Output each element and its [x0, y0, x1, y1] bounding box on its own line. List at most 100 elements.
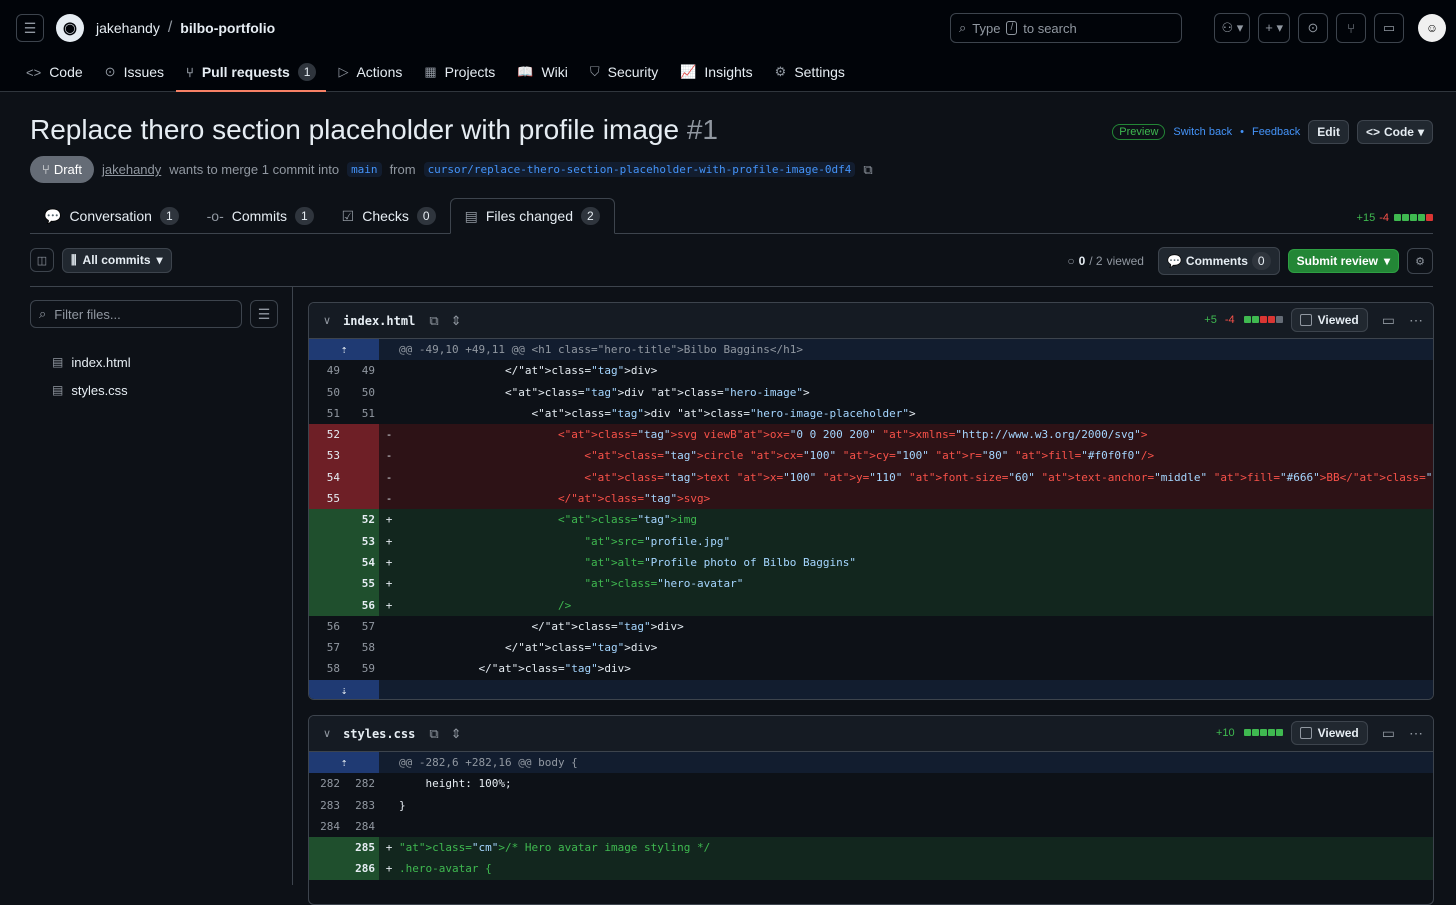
old-line-number[interactable]: 49 — [309, 360, 344, 381]
new-line-number[interactable] — [344, 467, 379, 488]
old-line-number[interactable] — [309, 573, 344, 594]
feedback-link[interactable]: Feedback — [1252, 126, 1300, 138]
new-line-number[interactable]: 284 — [344, 816, 379, 837]
owner-link[interactable]: jakehandy — [96, 20, 160, 36]
expand-all-icon[interactable]: ⇕ — [451, 313, 462, 329]
expand-up-icon[interactable]: ⇡ — [309, 339, 379, 360]
nav-tab-projects[interactable]: ▦Projects — [414, 56, 505, 88]
old-line-number[interactable]: 282 — [309, 773, 344, 794]
chevron-down-icon[interactable]: ∨ — [323, 314, 331, 327]
diff-line[interactable]: 52+ <"at">class="tag">img — [309, 509, 1433, 530]
diff-line[interactable]: 282282 height: 100%; — [309, 773, 1433, 794]
diff-line[interactable]: 55- </"at">class="tag">svg> — [309, 488, 1433, 509]
old-line-number[interactable]: 53 — [309, 445, 344, 466]
comments-button[interactable]: 💬Comments0 — [1158, 247, 1280, 275]
repo-link[interactable]: bilbo-portfolio — [180, 20, 275, 36]
nav-tab-security[interactable]: ⛉Security — [580, 56, 668, 88]
new-line-number[interactable]: 52 — [344, 509, 379, 530]
diff-line[interactable]: 286+.hero-avatar { — [309, 858, 1433, 879]
pull-requests-icon[interactable]: ⑂ — [1336, 13, 1366, 43]
new-line-number[interactable]: 55 — [344, 573, 379, 594]
new-line-number[interactable]: 58 — [344, 637, 379, 658]
diff-line[interactable]: 53+ "at">src="profile.jpg" — [309, 531, 1433, 552]
new-line-number[interactable]: 51 — [344, 403, 379, 424]
viewed-checkbox[interactable]: Viewed — [1291, 308, 1368, 332]
diff-line[interactable]: 53- <"at">class="tag">circle "at">cx="10… — [309, 445, 1433, 466]
diff-line[interactable]: 56+ /> — [309, 595, 1433, 616]
diff-line[interactable]: 54- <"at">class="tag">text "at">x="100" … — [309, 467, 1433, 488]
old-line-number[interactable]: 50 — [309, 382, 344, 403]
new-line-number[interactable]: 282 — [344, 773, 379, 794]
old-line-number[interactable]: 56 — [309, 616, 344, 637]
diff-line[interactable]: 5050 <"at">class="tag">div "at">class="h… — [309, 382, 1433, 403]
new-line-number[interactable]: 285 — [344, 837, 379, 858]
old-line-number[interactable]: 52 — [309, 424, 344, 445]
old-line-number[interactable] — [309, 531, 344, 552]
diff-line[interactable]: 54+ "at">alt="Profile photo of Bilbo Bag… — [309, 552, 1433, 573]
code-button[interactable]: <>Code▾ — [1357, 120, 1433, 144]
new-line-number[interactable]: 283 — [344, 795, 379, 816]
new-line-number[interactable]: 49 — [344, 360, 379, 381]
old-line-number[interactable]: 55 — [309, 488, 344, 509]
diff-line[interactable]: 283283 } — [309, 795, 1433, 816]
tab-files-changed[interactable]: ▤Files changed2 — [450, 198, 615, 234]
diff-line[interactable]: 285+"at">class="cm">/* Hero avatar image… — [309, 837, 1433, 858]
old-line-number[interactable] — [309, 858, 344, 879]
nav-tab-wiki[interactable]: 📖Wiki — [507, 56, 578, 88]
chevron-down-icon[interactable]: ∨ — [323, 727, 331, 740]
old-line-number[interactable] — [309, 509, 344, 530]
new-line-number[interactable]: 57 — [344, 616, 379, 637]
author-link[interactable]: jakehandy — [102, 162, 161, 177]
nav-tab-insights[interactable]: 📈Insights — [670, 56, 762, 88]
old-line-number[interactable] — [309, 837, 344, 858]
new-line-number[interactable]: 54 — [344, 552, 379, 573]
kebab-menu-icon[interactable]: ⋯ — [1409, 312, 1423, 329]
base-branch[interactable]: main — [347, 162, 382, 177]
diff-line[interactable]: 284284 — [309, 816, 1433, 837]
file-tree-item[interactable]: ▤styles.css — [52, 376, 280, 404]
diff-line[interactable]: 5758 </"at">class="tag">div> — [309, 637, 1433, 658]
nav-tab-settings[interactable]: ⚙Settings — [765, 56, 855, 88]
tab-commits[interactable]: -o-Commits1 — [193, 198, 328, 234]
file-name[interactable]: styles.css — [343, 727, 415, 741]
comment-icon[interactable]: ▭ — [1382, 312, 1395, 329]
new-line-number[interactable]: 53 — [344, 531, 379, 552]
copy-icon[interactable]: ⧉ — [429, 726, 438, 742]
diff-line[interactable]: 52- <"at">class="tag">svg viewB"at">ox="… — [309, 424, 1433, 445]
expand-all-icon[interactable]: ⇕ — [451, 726, 462, 742]
filter-files-input[interactable]: ⌕Filter files... — [30, 300, 242, 328]
settings-gear-icon[interactable]: ⚙ — [1407, 248, 1433, 274]
search-input[interactable]: ⌕ Type / to search — [950, 13, 1182, 43]
viewed-checkbox[interactable]: Viewed — [1291, 721, 1368, 745]
kebab-menu-icon[interactable]: ⋯ — [1409, 725, 1423, 742]
old-line-number[interactable] — [309, 552, 344, 573]
old-line-number[interactable]: 51 — [309, 403, 344, 424]
copilot-icon[interactable]: ⚇ ▾ — [1214, 13, 1250, 43]
nav-tab-issues[interactable]: ⊙Issues — [95, 56, 174, 88]
new-line-number[interactable]: 50 — [344, 382, 379, 403]
nav-tab-code[interactable]: <>Code — [16, 56, 93, 88]
file-tree-item[interactable]: ▤index.html — [52, 348, 280, 376]
old-line-number[interactable]: 284 — [309, 816, 344, 837]
switch-back-link[interactable]: Switch back — [1173, 126, 1232, 138]
all-commits-button[interactable]: ⫼All commits▾ — [62, 248, 172, 273]
diff-line[interactable]: 5657 </"at">class="tag">div> — [309, 616, 1433, 637]
new-line-number[interactable] — [344, 424, 379, 445]
new-line-number[interactable] — [344, 445, 379, 466]
expand-down-icon[interactable]: ⇣ — [309, 680, 379, 700]
user-avatar[interactable]: ☺ — [1418, 14, 1446, 42]
new-line-number[interactable]: 59 — [344, 658, 379, 679]
comment-icon[interactable]: ▭ — [1382, 725, 1395, 742]
old-line-number[interactable]: 58 — [309, 658, 344, 679]
nav-tab-pull-requests[interactable]: ⑂Pull requests1 — [176, 56, 326, 88]
filter-icon[interactable]: ☰ — [250, 300, 278, 328]
diff-line[interactable]: 5859 </"at">class="tag">div> — [309, 658, 1433, 679]
copy-icon[interactable]: ⧉ — [429, 313, 438, 329]
nav-tab-actions[interactable]: ▷Actions — [328, 56, 412, 88]
old-line-number[interactable]: 283 — [309, 795, 344, 816]
new-line-number[interactable] — [344, 488, 379, 509]
tab-checks[interactable]: ☑Checks0 — [328, 198, 450, 234]
diff-line[interactable]: 5151 <"at">class="tag">div "at">class="h… — [309, 403, 1433, 424]
create-new-icon[interactable]: + ▾ — [1258, 13, 1290, 43]
head-branch[interactable]: cursor/replace-thero-section-placeholder… — [424, 162, 856, 177]
